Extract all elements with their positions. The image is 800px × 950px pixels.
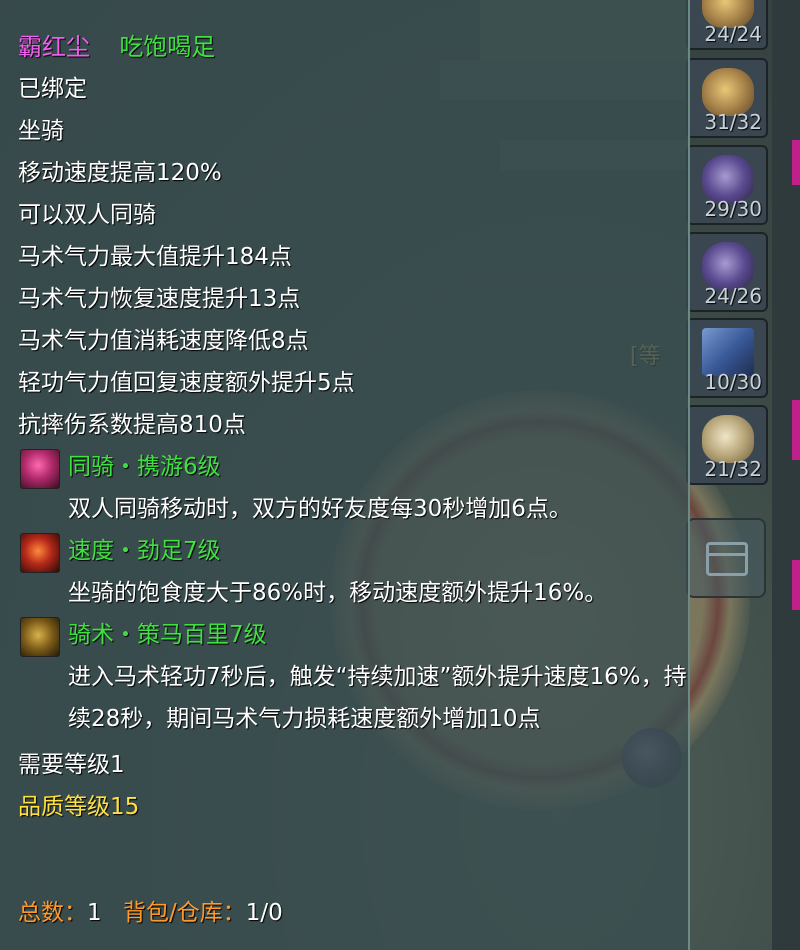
skill-entry: 速度・劲足7级 坐骑的饱食度大于86%时，移动速度额外提升16%。 — [18, 530, 688, 614]
storage-label: 背包/仓库： — [122, 900, 246, 926]
skill-entry: 同骑・携游6级 双人同骑移动时，双方的好友度每30秒增加6点。 — [18, 446, 688, 530]
flame-icon — [20, 533, 60, 573]
edge-marker — [792, 140, 800, 185]
item-attribute: 马术气力恢复速度提升13点 — [18, 286, 301, 312]
skill-description: 坐骑的饱食度大于86%时，移动速度额外提升16%。 — [68, 580, 608, 606]
chest-icon — [706, 542, 748, 576]
slot-count: 21/32 — [704, 457, 762, 481]
item-attribute: 可以双人同骑 — [18, 202, 156, 228]
inventory-slot[interactable]: 21/32 — [686, 405, 768, 485]
skill-description: 双人同骑移动时，双方的好友度每30秒增加6点。 — [68, 496, 572, 522]
edge-marker — [792, 560, 800, 610]
item-bound: 已绑定 — [18, 76, 87, 102]
skill-name: 骑术・策马百里7级 — [68, 622, 267, 648]
purple-bag-icon — [702, 242, 754, 290]
skill-entry: 骑术・策马百里7级 进入马术轻功7秒后，触发“持续加速”额外提升速度16%，持续… — [18, 614, 688, 740]
purple-bag-icon — [702, 155, 754, 203]
total-label: 总数： — [18, 900, 87, 926]
inventory-slot[interactable]: 29/30 — [686, 145, 768, 225]
slot-count: 10/30 — [704, 370, 762, 394]
item-footer: 总数：1 背包/仓库：1/0 — [18, 892, 283, 934]
item-tooltip: 霸红尘 吃饱喝足 已绑定 坐骑 移动速度提高120% 可以双人同骑 马术气力最大… — [0, 0, 690, 950]
storage-value: 1/0 — [245, 900, 283, 926]
inventory-slot[interactable]: 10/30 — [686, 318, 768, 398]
item-type: 坐骑 — [18, 118, 64, 144]
item-attribute: 轻功气力值回复速度额外提升5点 — [18, 370, 355, 396]
required-level: 需要等级1 — [18, 752, 125, 778]
quality-level: 品质等级15 — [18, 794, 140, 820]
inventory-slot[interactable]: 24/24 — [686, 0, 768, 50]
slot-count: 31/32 — [704, 110, 762, 134]
edge-marker — [792, 400, 800, 460]
item-attribute: 抗摔伤系数提高810点 — [18, 412, 246, 438]
item-attribute: 马术气力值消耗速度降低8点 — [18, 328, 309, 354]
inventory-column: 24/24 31/32 29/30 24/26 10/30 21/32 — [686, 0, 772, 950]
slot-count: 29/30 — [704, 197, 762, 221]
item-attribute: 马术气力最大值提升184点 — [18, 244, 292, 270]
inventory-slot[interactable]: 24/26 — [686, 232, 768, 312]
item-status: 吃饱喝足 — [119, 33, 216, 61]
total-value: 1 — [87, 900, 102, 926]
inventory-slot[interactable]: 31/32 — [686, 58, 768, 138]
item-name: 霸红尘 — [18, 33, 90, 61]
skill-description: 进入马术轻功7秒后，触发“持续加速”额外提升速度16%，持续28秒，期间马术气力… — [68, 664, 687, 732]
gold-bag-icon — [702, 68, 754, 116]
slot-count: 24/26 — [704, 284, 762, 308]
heart-icon — [20, 449, 60, 489]
skill-name: 同骑・携游6级 — [68, 454, 221, 480]
book-icon — [702, 328, 754, 376]
cloth-bag-icon — [702, 415, 754, 463]
item-title-row: 霸红尘 吃饱喝足 — [18, 26, 688, 68]
horse-icon — [20, 617, 60, 657]
slot-count: 24/24 — [704, 22, 762, 46]
item-attribute: 移动速度提高120% — [18, 160, 222, 186]
skill-name: 速度・劲足7级 — [68, 538, 221, 564]
